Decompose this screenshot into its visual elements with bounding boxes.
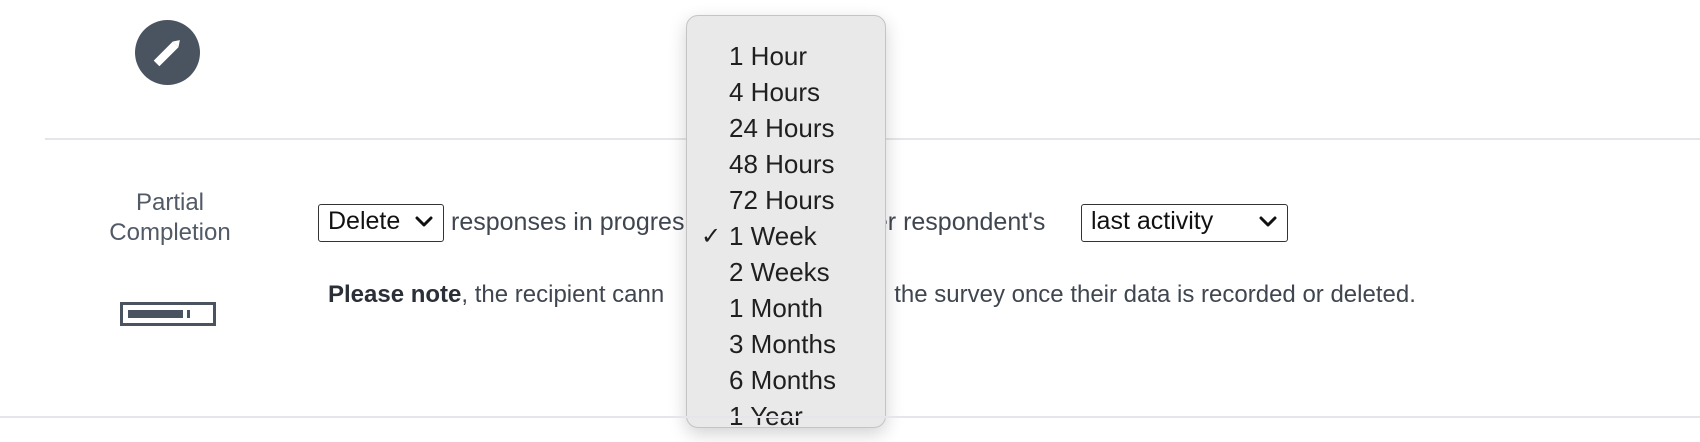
- pencil-icon: [153, 40, 180, 67]
- dropdown-option-6-months[interactable]: 6 Months: [687, 362, 885, 398]
- section-title-line-1: Partial: [135, 189, 205, 216]
- chevron-down-icon: [415, 216, 433, 227]
- dropdown-option-1-week[interactable]: ✓ 1 Week: [687, 218, 885, 254]
- dropdown-option-1-month[interactable]: 1 Month: [687, 290, 885, 326]
- chevron-down-icon: [1259, 216, 1277, 227]
- dropdown-option-2-weeks[interactable]: 2 Weeks: [687, 254, 885, 290]
- dropdown-option-1-hour[interactable]: 1 Hour: [687, 38, 885, 74]
- response-action-select[interactable]: Delete: [318, 204, 444, 242]
- checkmark-icon: ✓: [700, 222, 722, 250]
- dropdown-option-4-hours[interactable]: 4 Hours: [687, 74, 885, 110]
- activity-reference-select[interactable]: last activity: [1081, 204, 1288, 242]
- edit-icon[interactable]: [135, 20, 200, 85]
- progress-bar-tick: [187, 310, 190, 318]
- progress-bar-icon: [120, 302, 216, 326]
- dropdown-option-3-months[interactable]: 3 Months: [687, 326, 885, 362]
- survey-options-panel: Partial Completion Delete responses in p…: [0, 0, 1700, 442]
- section-title-line-2: Completion: [109, 219, 231, 246]
- section-divider-bottom: [0, 416, 1700, 418]
- activity-reference-value: last activity: [1091, 207, 1214, 235]
- dropdown-option-48-hours[interactable]: 48 Hours: [687, 146, 885, 182]
- note-text-end: g the survey once their data is recorded…: [874, 281, 1416, 308]
- settings-sentence-end: fter respondent's: [860, 208, 1046, 236]
- note-emphasis: Please note: [328, 281, 462, 308]
- section-title: Partial Completion: [90, 188, 250, 248]
- dropdown-option-24-hours[interactable]: 24 Hours: [687, 110, 885, 146]
- settings-sentence-start: responses in progres: [451, 208, 685, 236]
- progress-bar-fill: [128, 310, 183, 318]
- note-text-start: , the recipient cann: [461, 281, 665, 308]
- response-action-value: Delete: [328, 207, 401, 235]
- duration-dropdown-menu[interactable]: 1 Hour 4 Hours 24 Hours 48 Hours 72 Hour…: [686, 15, 886, 431]
- dropdown-option-72-hours[interactable]: 72 Hours: [687, 182, 885, 218]
